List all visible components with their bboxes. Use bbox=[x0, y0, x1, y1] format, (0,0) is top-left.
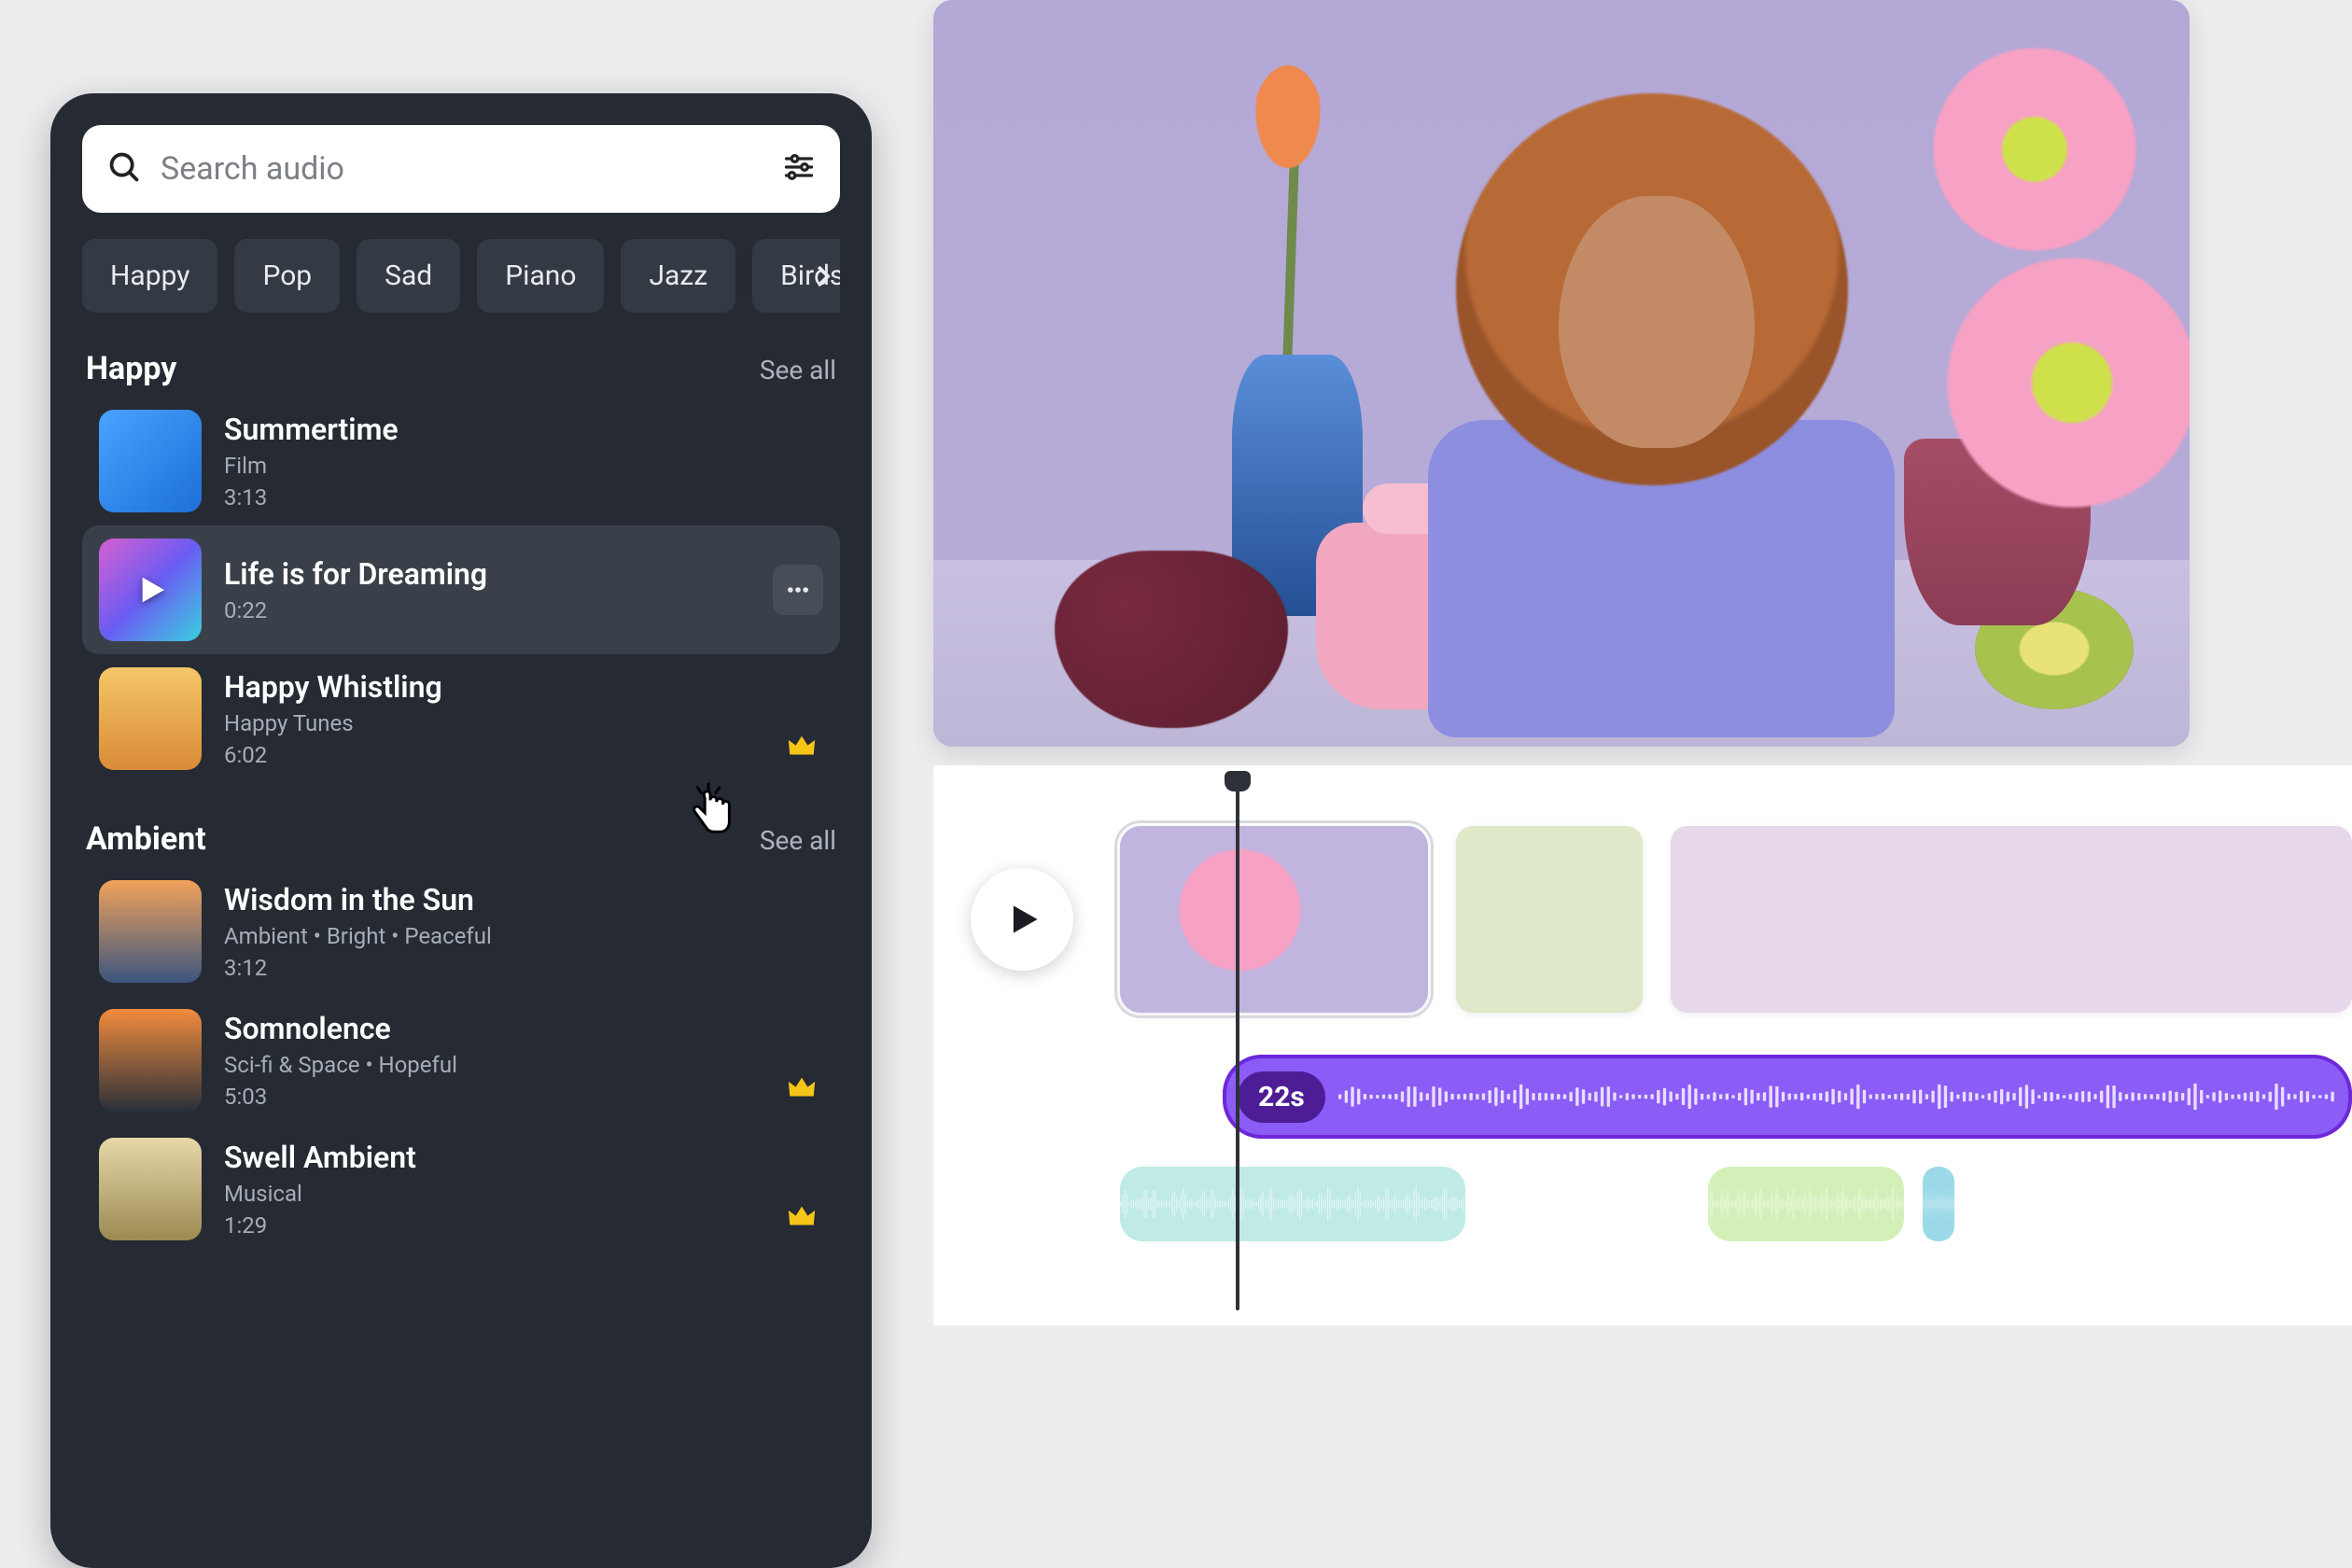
audio-duration-badge: 22s bbox=[1238, 1071, 1325, 1123]
track-title: Wisdom in the Sun bbox=[224, 882, 823, 917]
chevron-right-icon[interactable] bbox=[803, 256, 840, 297]
track-title: Somnolence bbox=[224, 1011, 823, 1046]
category-chip[interactable]: Pop bbox=[234, 239, 340, 313]
category-chip[interactable]: Jazz bbox=[621, 239, 735, 313]
play-button[interactable] bbox=[971, 868, 1073, 971]
premium-crown-icon bbox=[786, 1072, 818, 1104]
track-subtitle: Sci-fi & Space • Hopeful bbox=[224, 1052, 823, 1078]
track-duration: 3:12 bbox=[224, 955, 823, 981]
section-title: Happy bbox=[86, 350, 176, 387]
search-input[interactable] bbox=[161, 150, 763, 188]
video-clip[interactable] bbox=[1120, 826, 1428, 1013]
playhead[interactable] bbox=[1236, 788, 1239, 1310]
category-chips: HappyPopSadPianoJazzBirds bbox=[82, 239, 840, 313]
cursor-hand-icon bbox=[681, 780, 739, 838]
video-clip[interactable] bbox=[1456, 826, 1643, 1013]
category-chip[interactable]: Happy bbox=[82, 239, 217, 313]
audio-clip-secondary[interactable] bbox=[1708, 1167, 1904, 1241]
track-thumbnail[interactable] bbox=[99, 1009, 202, 1112]
track-subtitle: Film bbox=[224, 453, 823, 479]
audio-panel: HappyPopSadPianoJazzBirds Happy See all S… bbox=[50, 93, 872, 1568]
track-title: Life is for Dreaming bbox=[224, 556, 750, 592]
premium-crown-icon bbox=[786, 731, 818, 763]
track-subtitle: Musical bbox=[224, 1181, 823, 1207]
see-all-link[interactable]: See all bbox=[760, 355, 836, 385]
track-title: Swell Ambient bbox=[224, 1140, 823, 1175]
search-box[interactable] bbox=[82, 125, 840, 213]
track-duration: 3:13 bbox=[224, 484, 823, 511]
audio-track-item[interactable]: Happy Whistling Happy Tunes 6:02 bbox=[82, 654, 840, 783]
audio-clip-secondary[interactable] bbox=[1120, 1167, 1465, 1241]
waveform-icon bbox=[1338, 1071, 2337, 1123]
category-chip[interactable]: Sad bbox=[357, 239, 460, 313]
see-all-link[interactable]: See all bbox=[760, 825, 836, 856]
canvas-preview[interactable] bbox=[933, 0, 2190, 747]
more-options-button[interactable] bbox=[773, 565, 823, 615]
track-title: Happy Whistling bbox=[224, 669, 823, 705]
track-subtitle: Happy Tunes bbox=[224, 710, 823, 736]
section-title: Ambient bbox=[86, 820, 206, 858]
track-thumbnail[interactable] bbox=[99, 667, 202, 770]
track-thumbnail[interactable] bbox=[99, 1138, 202, 1240]
audio-track-item[interactable]: Summertime Film 3:13 bbox=[82, 397, 840, 525]
video-clip-row bbox=[1120, 821, 2352, 1017]
audio-track-item[interactable]: Wisdom in the Sun Ambient • Bright • Peac… bbox=[82, 867, 840, 996]
audio-track-item[interactable]: Swell Ambient Musical 1:29 bbox=[82, 1125, 840, 1253]
audio-track-item[interactable]: Life is for Dreaming 0:22 bbox=[82, 525, 840, 654]
audio-section: Ambient See all Wisdom in the Sun Ambient … bbox=[82, 820, 840, 1253]
search-icon bbox=[106, 149, 142, 189]
audio-clip-secondary[interactable] bbox=[1923, 1167, 1954, 1241]
track-subtitle: Ambient • Bright • Peaceful bbox=[224, 923, 823, 949]
track-duration: 1:29 bbox=[224, 1212, 823, 1239]
track-duration: 0:22 bbox=[224, 597, 750, 623]
track-duration: 6:02 bbox=[224, 742, 823, 768]
category-chip[interactable]: Piano bbox=[477, 239, 604, 313]
track-title: Summertime bbox=[224, 412, 823, 447]
track-thumbnail[interactable] bbox=[99, 880, 202, 983]
track-thumbnail[interactable] bbox=[99, 410, 202, 512]
audio-section: Happy See all Summertime Film 3:13 Life is f… bbox=[82, 350, 840, 783]
premium-crown-icon bbox=[786, 1201, 818, 1233]
track-thumbnail[interactable] bbox=[99, 539, 202, 641]
timeline: 22s bbox=[933, 765, 2352, 1325]
track-duration: 5:03 bbox=[224, 1084, 823, 1110]
audio-track-item[interactable]: Somnolence Sci-fi & Space • Hopeful 5:03 bbox=[82, 996, 840, 1125]
filter-icon[interactable] bbox=[782, 150, 816, 188]
video-clip[interactable] bbox=[1671, 826, 2352, 1013]
audio-clip-main[interactable]: 22s bbox=[1223, 1055, 2352, 1139]
play-icon bbox=[99, 539, 202, 641]
